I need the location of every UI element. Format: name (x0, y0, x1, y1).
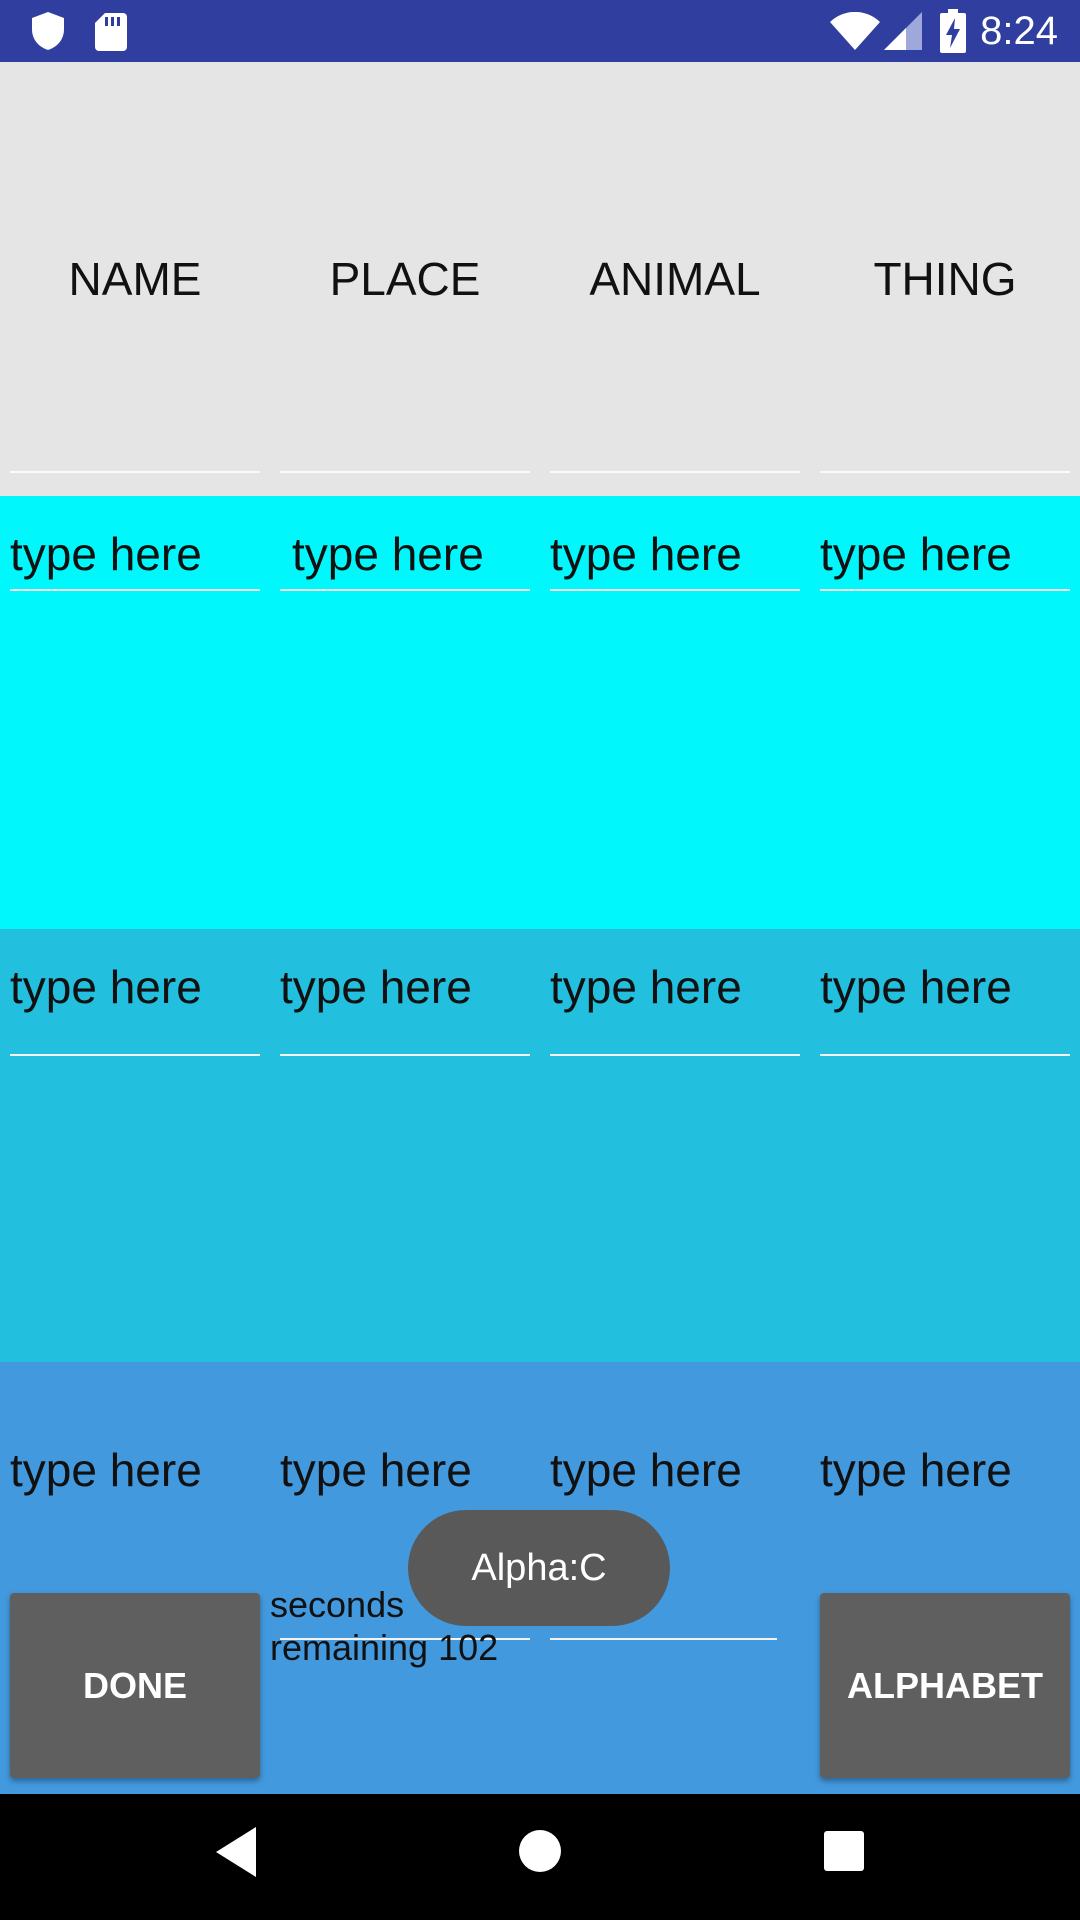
header-underline (550, 471, 800, 473)
place-field[interactable]: type here (280, 527, 530, 591)
cell-signal-icon (884, 12, 922, 55)
timer-line-2: remaining 102 (270, 1627, 499, 1668)
header-underline (280, 471, 530, 473)
alphabet-button[interactable]: ALPHABET (820, 1593, 1070, 1778)
animal-field[interactable]: type here (550, 527, 800, 591)
name-field[interactable]: type here (10, 960, 260, 1056)
battery-charging-icon (940, 9, 966, 58)
thing-field[interactable]: type here (820, 527, 1070, 591)
column-header-place: PLACE (329, 253, 481, 305)
place-field[interactable]: type here (280, 960, 530, 1056)
column-header-row: NAME PLACE ANIMAL THING (0, 62, 1080, 496)
back-icon[interactable] (216, 1827, 256, 1882)
column-header-thing: THING (873, 253, 1017, 305)
column-header-animal: ANIMAL (589, 253, 761, 305)
recents-icon[interactable] (824, 1831, 864, 1876)
answer-row-2: type here type here type here type here (0, 929, 1080, 1362)
header-underline (820, 471, 1070, 473)
header-underline (10, 471, 260, 473)
status-bar: 8:24 (0, 0, 1080, 62)
thing-field[interactable]: type here (820, 960, 1070, 1056)
animal-field[interactable]: type here (550, 960, 800, 1056)
status-time: 8:24 (980, 9, 1058, 53)
navigation-bar (0, 1794, 1080, 1920)
answer-row-1: type here type here type here type here (0, 496, 1080, 929)
done-button[interactable]: DONE (10, 1593, 260, 1778)
alphabet-toast: Alpha:C (408, 1510, 670, 1626)
column-header-name: NAME (68, 253, 202, 305)
name-field[interactable]: type here (10, 527, 260, 591)
sd-card-icon (95, 13, 127, 56)
home-icon[interactable] (518, 1829, 562, 1878)
wifi-icon (830, 11, 880, 55)
shield-icon (32, 12, 64, 55)
